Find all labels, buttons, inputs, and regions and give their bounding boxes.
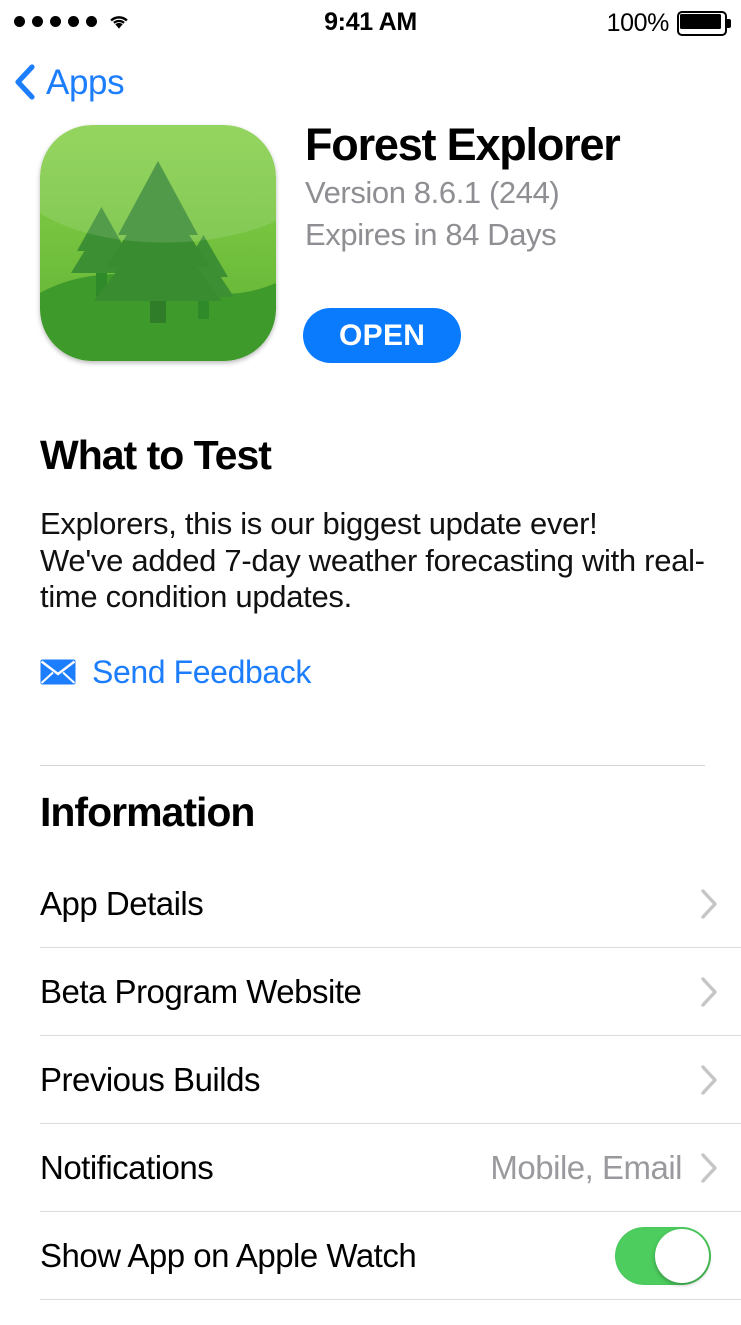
toggle-knob bbox=[655, 1229, 709, 1283]
section-divider bbox=[40, 765, 705, 766]
app-title: Forest Explorer bbox=[305, 119, 621, 170]
what-to-test-heading: What to Test bbox=[40, 432, 272, 478]
information-heading: Information bbox=[40, 789, 255, 835]
list-item-label: Beta Program Website bbox=[40, 973, 362, 1010]
app-header: Forest Explorer Version 8.6.1 (244) Expi… bbox=[0, 118, 741, 368]
open-button[interactable]: OPEN bbox=[303, 308, 462, 363]
back-button[interactable]: Apps bbox=[14, 58, 125, 106]
app-expiry: Expires in 84 Days bbox=[305, 216, 557, 252]
chevron-right-icon bbox=[700, 1064, 719, 1096]
battery-full-icon bbox=[677, 11, 731, 36]
forest-explorer-app-icon bbox=[40, 125, 276, 361]
list-item-label: Previous Builds bbox=[40, 1061, 260, 1098]
send-feedback-button[interactable]: Send Feedback bbox=[40, 654, 311, 691]
what-to-test-section: What to Test Explorers, this is our bigg… bbox=[40, 432, 705, 691]
send-feedback-label: Send Feedback bbox=[92, 653, 311, 690]
status-bar-right: 100% bbox=[607, 9, 731, 38]
notifications-value: Mobile, Email bbox=[490, 1149, 682, 1186]
back-button-label: Apps bbox=[46, 62, 125, 102]
what-to-test-body: Explorers, this is our biggest update ev… bbox=[40, 506, 705, 615]
list-item-label: App Details bbox=[40, 885, 204, 922]
chevron-right-icon bbox=[700, 1152, 719, 1184]
chevron-left-icon bbox=[14, 64, 36, 100]
chevron-right-icon bbox=[700, 888, 719, 920]
show-on-apple-watch-toggle[interactable] bbox=[615, 1227, 711, 1285]
app-detail-screen: 9:41 AM 100% Apps Forest Explorer Versio… bbox=[0, 0, 741, 1325]
list-item-previous-builds[interactable]: Previous Builds bbox=[0, 1036, 741, 1124]
status-bar: 9:41 AM 100% bbox=[0, 0, 741, 44]
list-item-label: Show App on Apple Watch bbox=[40, 1237, 417, 1274]
list-item-app-details[interactable]: App Details bbox=[0, 860, 741, 948]
list-item-show-app-on-apple-watch: Show App on Apple Watch bbox=[0, 1212, 741, 1300]
chevron-right-icon bbox=[700, 976, 719, 1008]
list-item-beta-program-website[interactable]: Beta Program Website bbox=[0, 948, 741, 1036]
app-version: Version 8.6.1 (244) bbox=[305, 175, 560, 211]
battery-percent-label: 100% bbox=[606, 9, 670, 37]
list-item-notifications[interactable]: Notifications Mobile, Email bbox=[0, 1124, 741, 1212]
information-list: App Details Beta Program Website Previou… bbox=[0, 860, 741, 1300]
app-meta: Forest Explorer Version 8.6.1 (244) Expi… bbox=[305, 118, 735, 254]
list-item-label: Notifications bbox=[40, 1149, 214, 1186]
envelope-icon bbox=[40, 659, 76, 685]
